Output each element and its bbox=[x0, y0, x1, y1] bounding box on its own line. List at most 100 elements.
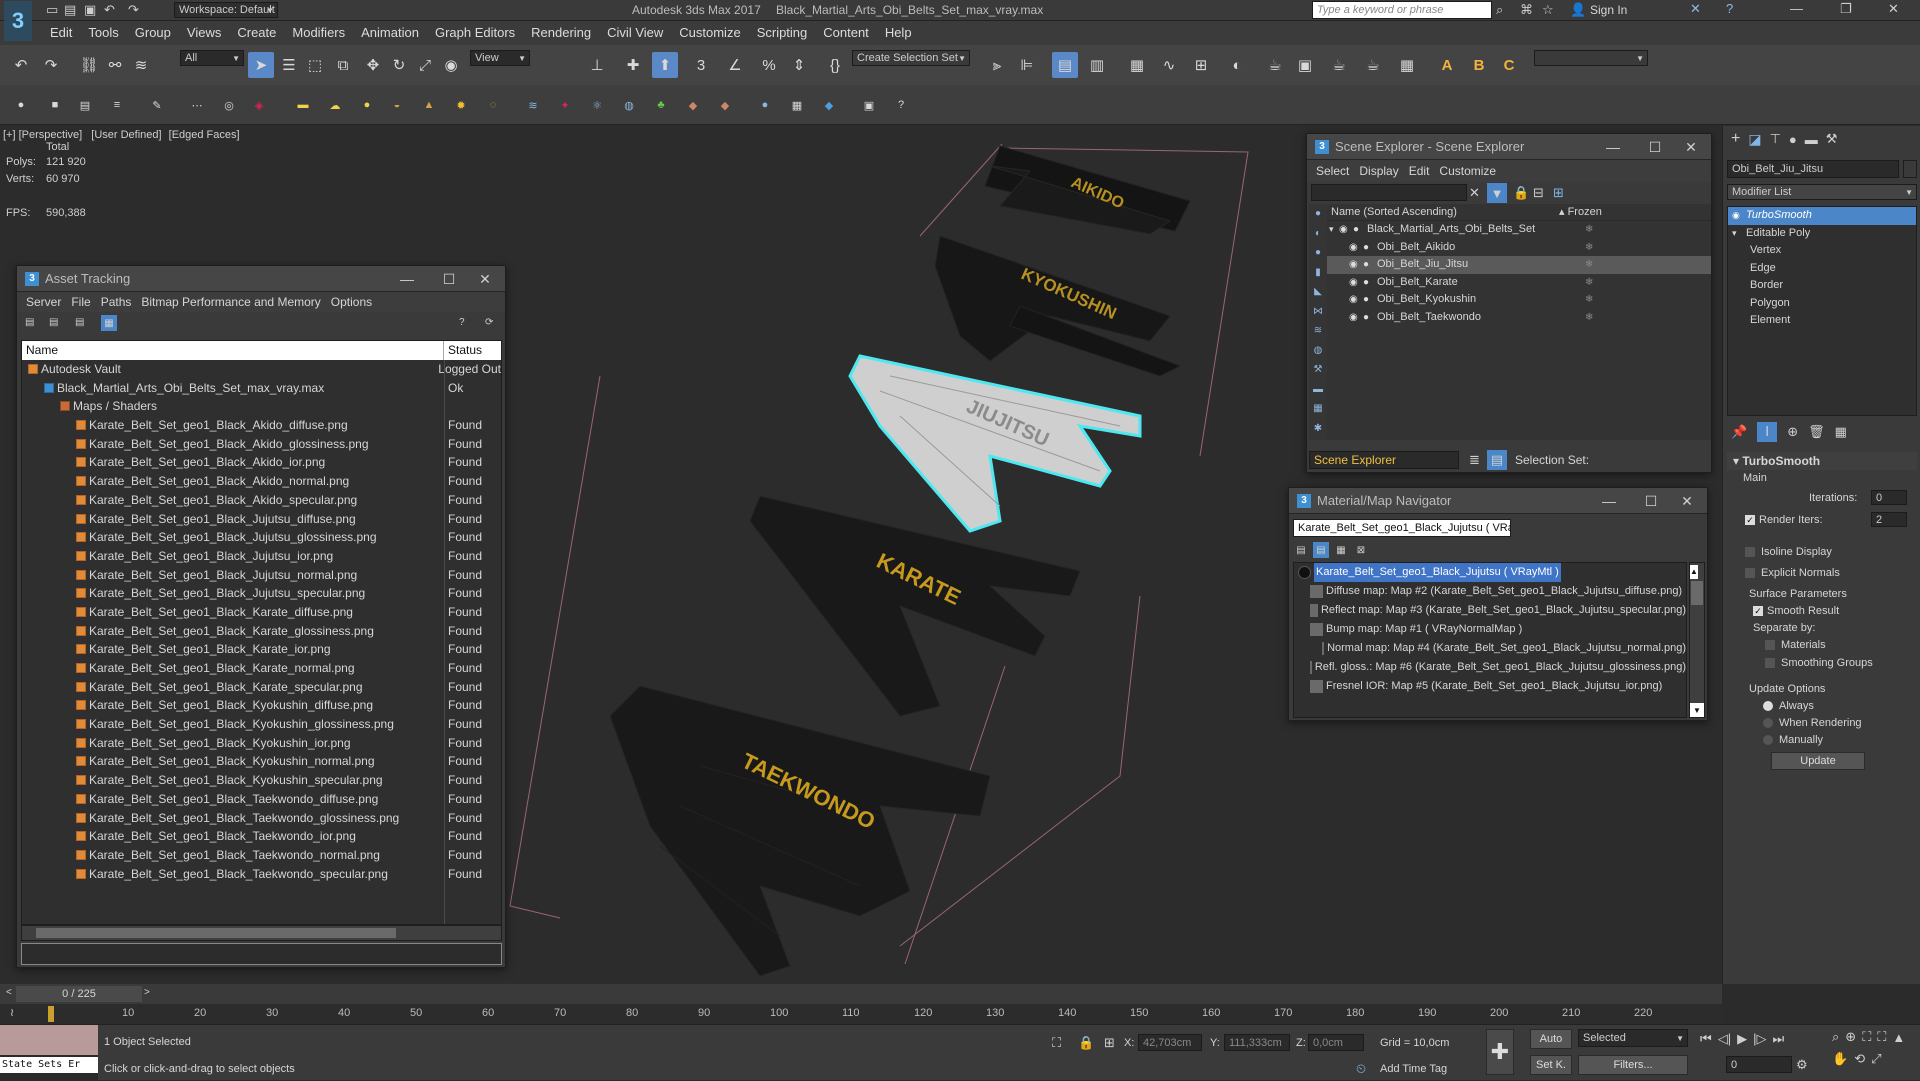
asset-row[interactable]: Karate_Belt_Set_geo1_Black_Kyokushin_dif… bbox=[22, 696, 501, 716]
show-end-result-icon[interactable]: Ⅰ bbox=[1757, 422, 1778, 442]
layer-explorer-icon[interactable]: ▥ bbox=[1084, 52, 1110, 78]
pan-icon[interactable]: ✋ bbox=[1832, 1051, 1848, 1067]
asset-row[interactable]: Karate_Belt_Set_geo1_Black_Jujutsu_diffu… bbox=[22, 510, 501, 529]
asset-row[interactable]: Karate_Belt_Set_geo1_Black_Kyokushin_ior… bbox=[22, 734, 501, 753]
add-time-tag[interactable]: Add Time Tag bbox=[1380, 1063, 1447, 1075]
menu-rendering[interactable]: Rendering bbox=[523, 21, 599, 45]
create-tab-icon[interactable]: + bbox=[1731, 130, 1740, 148]
maxscript-output[interactable] bbox=[0, 1025, 98, 1055]
configure-sets-icon[interactable]: ▦ bbox=[1835, 424, 1847, 440]
obj-icon-a[interactable]: ◆ bbox=[680, 92, 706, 118]
column-name[interactable]: Name bbox=[22, 341, 444, 360]
angle-snap-icon[interactable]: ∠ bbox=[722, 52, 748, 78]
modifier-stack-item[interactable]: Edge bbox=[1728, 260, 1916, 278]
close-icon[interactable]: ✕ bbox=[1673, 488, 1701, 514]
render-iters-spinner[interactable]: 2 bbox=[1871, 512, 1907, 527]
auto-key-button[interactable]: Auto bbox=[1530, 1029, 1572, 1049]
asset-row[interactable]: Maps / Shaders bbox=[22, 397, 501, 417]
user-icon[interactable]: 👤 bbox=[1570, 2, 1586, 18]
scene-row[interactable]: ▾ ◉ ● Black_Martial_Arts_Obi_Belts_Set ❄ bbox=[1327, 221, 1711, 239]
asset-row[interactable]: Karate_Belt_Set_geo1_Black_Akido_glossin… bbox=[22, 435, 501, 454]
redo-icon[interactable]: ↷ bbox=[38, 52, 64, 78]
move-icon[interactable]: ✥ bbox=[360, 52, 386, 78]
modifier-list-dropdown[interactable]: Modifier List ▼ bbox=[1727, 184, 1917, 200]
maximize-viewport-icon[interactable]: ⤢ bbox=[1871, 1051, 1881, 1067]
scene-row[interactable]: ◉ ● Obi_Belt_Karate ❄ bbox=[1327, 274, 1711, 292]
rect-selection-icon[interactable]: ⬚ bbox=[302, 52, 328, 78]
obj-icon-b[interactable]: ◆ bbox=[712, 92, 738, 118]
lock-icon[interactable]: 🔒 bbox=[1513, 185, 1529, 201]
tool-icon-c[interactable]: ◈ bbox=[246, 92, 272, 118]
named-selection-icon[interactable]: {} bbox=[822, 52, 848, 78]
visibility-eye-icon[interactable]: ◉ bbox=[1349, 291, 1363, 309]
display-tab-icon[interactable]: ▬ bbox=[1805, 132, 1818, 147]
modifier-stack-item[interactable]: Vertex bbox=[1728, 242, 1916, 260]
light-bulb-icon[interactable]: ◉ bbox=[1732, 207, 1746, 225]
select-by-name-icon[interactable]: ☰ bbox=[276, 52, 302, 78]
asset-row[interactable]: Karate_Belt_Set_geo1_Black_Karate_normal… bbox=[22, 659, 501, 678]
next-frame-icon[interactable]: > bbox=[144, 987, 150, 998]
lock-selection-icon[interactable]: 🔒 bbox=[1078, 1035, 1094, 1051]
binoculars-icon[interactable]: ⌕ bbox=[1496, 2, 1503, 18]
asset-row[interactable]: Karate_Belt_Set_geo1_Black_Taekwondo_glo… bbox=[22, 809, 501, 828]
open-file-icon[interactable]: ▤ bbox=[64, 2, 76, 18]
frame-buffer-icon[interactable]: ▦ bbox=[784, 92, 810, 118]
asset-row[interactable]: Black_Martial_Arts_Obi_Belts_Set_max_vra… bbox=[22, 379, 501, 398]
remove-modifier-icon[interactable]: 🗑 bbox=[1808, 424, 1825, 440]
cloud-icon[interactable]: ☁ bbox=[322, 92, 348, 118]
displace-icon[interactable]: ✦ bbox=[552, 92, 578, 118]
hierarchy-icon[interactable]: ⊟ bbox=[1533, 185, 1544, 201]
render-frame-window-icon[interactable]: ▦ bbox=[1394, 52, 1420, 78]
orbit-icon[interactable]: ⟲ bbox=[1854, 1051, 1865, 1067]
transform-mode-icon[interactable]: ⊞ bbox=[1104, 1035, 1115, 1051]
time-tag-icon[interactable]: ⏲ bbox=[1356, 1061, 1366, 1077]
small-icons-icon[interactable]: ▤ bbox=[1313, 542, 1329, 558]
snaps-toggle-icon[interactable]: 3 bbox=[688, 52, 714, 78]
link-icon[interactable]: ⛓ bbox=[76, 52, 102, 78]
sign-in-link[interactable]: Sign In bbox=[1590, 3, 1627, 17]
clear-icon[interactable]: ✕ bbox=[1469, 185, 1480, 201]
frozen-icon[interactable]: ❄ bbox=[1585, 291, 1593, 309]
close-icon[interactable]: ✕ bbox=[471, 266, 499, 292]
next-key-icon[interactable]: |▷ bbox=[1753, 1031, 1766, 1047]
remove-icon[interactable]: ⊠ bbox=[1353, 542, 1369, 558]
mirror-icon[interactable]: ⫸ bbox=[984, 52, 1010, 78]
y-coord-field[interactable]: 111,333cm bbox=[1224, 1034, 1290, 1051]
menu-group[interactable]: Group bbox=[127, 21, 179, 45]
scene-row[interactable]: ◉ ● Obi_Belt_Kyokushin ❄ bbox=[1327, 291, 1711, 309]
asset-row[interactable]: Karate_Belt_Set_geo1_Black_Akido_specula… bbox=[22, 491, 501, 510]
workspace-dropdown[interactable]: Workspace: Default ▼ bbox=[174, 2, 278, 18]
rotate-icon[interactable]: ↻ bbox=[386, 52, 412, 78]
update-manually-radio[interactable] bbox=[1763, 735, 1773, 745]
key-filter-dropdown[interactable]: Selected ▼ bbox=[1578, 1029, 1688, 1047]
maximize-icon[interactable]: ☐ bbox=[1641, 134, 1669, 160]
modifier-stack-item[interactable]: ◉ TurboSmooth bbox=[1728, 207, 1916, 225]
zoom-extents-all-icon[interactable]: ⛶ bbox=[1877, 1029, 1886, 1045]
material-row[interactable]: Normal map: Map #4 (Karate_Belt_Set_geo1… bbox=[1294, 639, 1686, 658]
visibility-eye-icon[interactable]: ◉ bbox=[1349, 239, 1363, 257]
menu-select[interactable]: Select bbox=[1311, 164, 1354, 178]
update-button[interactable]: Update bbox=[1771, 752, 1865, 770]
new-file-icon[interactable]: ▭ bbox=[46, 2, 58, 18]
info-icon[interactable]: ? bbox=[459, 317, 465, 328]
render-iters-checkbox[interactable]: ✓ bbox=[1745, 515, 1755, 525]
x-coord-field[interactable]: 42,703cm bbox=[1138, 1034, 1202, 1051]
track-bar[interactable]: ≀ 10 20 30 40 50 60 70 80 90 100 110 120 130 140 150 16… bbox=[0, 1004, 1722, 1024]
menu-animation[interactable]: Animation bbox=[353, 21, 427, 45]
modifier-stack-item[interactable]: Element bbox=[1728, 312, 1916, 330]
reference-coord-dropdown[interactable]: View ▼ bbox=[470, 50, 530, 66]
scene-row[interactable]: ◉ ● Obi_Belt_Jiu_Jitsu ❄ bbox=[1327, 256, 1711, 274]
asset-row[interactable]: Karate_Belt_Set_geo1_Black_Taekwondo_nor… bbox=[22, 846, 501, 865]
redo-icon[interactable]: ↷ bbox=[128, 2, 139, 18]
material-row[interactable]: Karate_Belt_Set_geo1_Black_Jujutsu ( VRa… bbox=[1294, 563, 1686, 582]
explicit-normals-checkbox[interactable] bbox=[1745, 568, 1755, 578]
column-status[interactable]: Status bbox=[444, 341, 482, 360]
search-input[interactable]: Type a keyword or phrase bbox=[1312, 1, 1492, 19]
modifier-stack-item[interactable]: ▾ Editable Poly bbox=[1728, 225, 1916, 243]
iterations-spinner[interactable]: 0 bbox=[1871, 490, 1907, 505]
rendered-frame-icon[interactable]: ▣ bbox=[1292, 52, 1318, 78]
menu-civil-view[interactable]: Civil View bbox=[599, 21, 671, 45]
close-icon[interactable]: ✕ bbox=[1677, 134, 1705, 160]
help-tool-icon[interactable]: ? bbox=[888, 92, 914, 118]
toggle-scene-explorer-icon[interactable]: ▤ bbox=[1052, 52, 1078, 78]
